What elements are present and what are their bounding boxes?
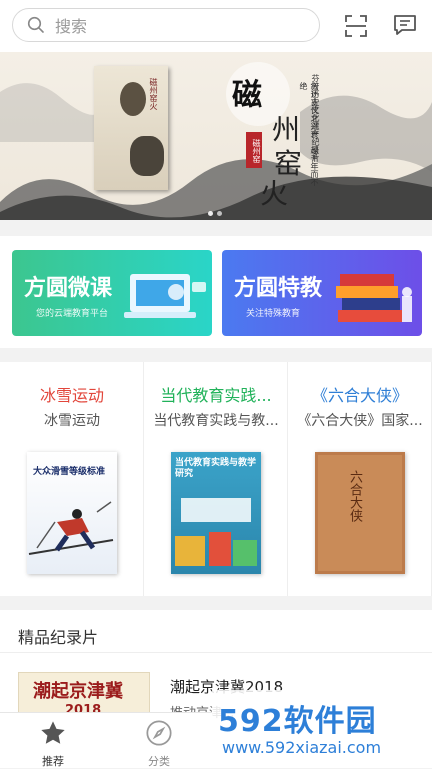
thumbnail-title: 潮起京津冀	[33, 681, 123, 702]
tab-label: 推荐	[42, 755, 64, 768]
banner-book-title: 磁州窑火	[149, 78, 158, 110]
promo-card-subtitle: 您的云端教育平台	[36, 309, 109, 319]
book-cover[interactable]: 当代教育实践与教学研究	[171, 452, 261, 574]
star-icon	[41, 721, 65, 744]
book-cover[interactable]: 六合大侠	[315, 452, 405, 574]
carousel-indicator[interactable]	[208, 211, 222, 216]
search-bar[interactable]: 搜索	[12, 8, 320, 42]
books-illustration	[336, 274, 412, 322]
carousel-dot[interactable]	[217, 211, 222, 216]
bottom-tab-bar: 推荐 分类	[0, 712, 212, 768]
section-title: 精品纪录片	[18, 628, 99, 647]
promo-card-weike[interactable]: 方圆微课 您的云端教育平台	[12, 250, 212, 336]
banner-landscape	[0, 62, 432, 220]
book-cover[interactable]: 大众滑雪等级标准	[27, 452, 117, 574]
message-icon[interactable]	[393, 13, 417, 37]
tab-recommend[interactable]: 推荐	[0, 713, 106, 769]
watermark-url: www.592xiazai.com	[222, 738, 382, 757]
compass-icon	[146, 720, 172, 746]
promo-card-tejiao[interactable]: 方圆特教 关注特殊教育	[222, 250, 422, 336]
featured-columns: 冰雪运动 冰雪运动 大众滑雪等级标准 当代教育实践... 当代教育实践与教...…	[0, 362, 432, 596]
promo-section: 方圆微课 您的云端教育平台 方圆特教 关注特殊教育	[0, 236, 432, 348]
column-heading[interactable]: 《六合大侠》	[288, 382, 432, 406]
banner-vertical-text-2: 叙述古代之兴衰，越千年而不绝	[299, 82, 319, 186]
watermark: 592软件园 www.592xiazai.com	[212, 690, 432, 768]
skier-illustration	[28, 501, 114, 555]
column-bingxue[interactable]: 冰雪运动 冰雪运动 大众滑雪等级标准	[0, 362, 144, 596]
watermark-brand: 592软件园	[218, 704, 377, 739]
top-bar: 搜索	[0, 0, 432, 52]
section-divider	[0, 652, 432, 653]
laptop-illustration	[124, 274, 206, 318]
banner-book: 磁州窑火	[94, 66, 168, 190]
column-subtitle: 冰雪运动	[44, 413, 100, 429]
column-subtitle: 当代教育实践与教...	[153, 413, 279, 429]
scan-icon[interactable]	[344, 14, 368, 38]
banner-title-char-4: 火	[260, 177, 289, 210]
banner-seal: 磁州窑	[246, 132, 262, 168]
promo-card-title: 方圆微课	[24, 276, 113, 301]
promo-card-title: 方圆特教	[234, 276, 323, 301]
column-subtitle: 《六合大侠》国家...	[297, 413, 423, 429]
column-jiaoyu[interactable]: 当代教育实践... 当代教育实践与教... 当代教育实践与教学研究	[144, 362, 288, 596]
search-icon	[27, 16, 44, 33]
book-cover-title: 当代教育实践与教学研究	[175, 458, 257, 479]
search-placeholder: 搜索	[55, 17, 88, 36]
column-heading[interactable]: 当代教育实践...	[144, 382, 288, 406]
hero-banner[interactable]: 磁州窑火 磁 州 窑 火 磁州窑 芬芳历史文化遗产纪录片 叙述古代之兴衰，越千年…	[0, 52, 432, 220]
book-cover-title: 大众滑雪等级标准	[33, 467, 106, 477]
column-heading[interactable]: 冰雪运动	[0, 382, 144, 406]
carousel-dot[interactable]	[208, 211, 213, 216]
promo-card-subtitle: 关注特殊教育	[246, 309, 301, 319]
column-liuhe[interactable]: 《六合大侠》 《六合大侠》国家... 六合大侠	[288, 362, 432, 596]
tab-category[interactable]: 分类	[106, 713, 212, 769]
tab-label: 分类	[148, 755, 170, 768]
banner-title-char-1: 磁	[232, 78, 262, 113]
